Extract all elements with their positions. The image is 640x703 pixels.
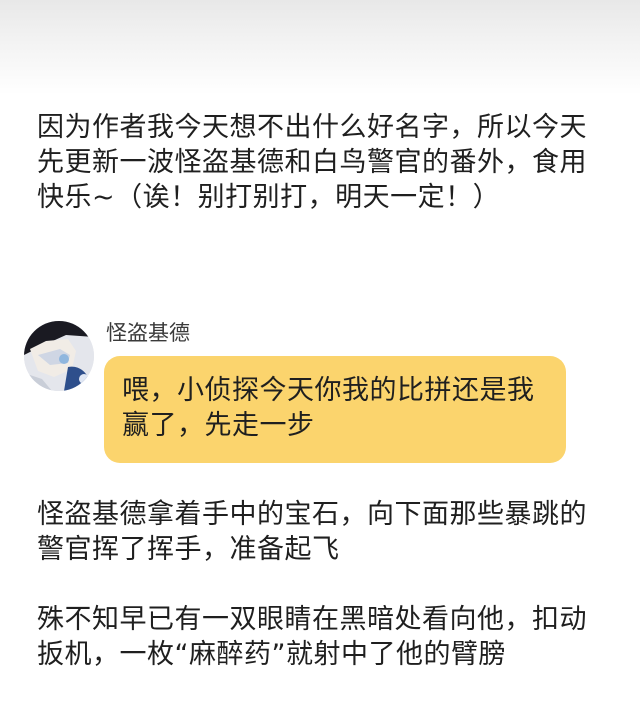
avatar-illustration [24, 321, 94, 391]
kaito-kid-avatar[interactable] [24, 321, 94, 391]
top-shadow-gradient [0, 0, 640, 95]
speaker-name: 怪盗基德 [106, 321, 190, 345]
story-paragraph: 殊不知早已有一双眼睛在黑暗处看向他，扣动扳机，一枚“麻醉药”就射中了他的臂膀 [37, 604, 587, 670]
intro-paragraph: 因为作者我今天想不出什么好名字，所以今天先更新一波怪盗基德和白鸟警官的番外，食用… [37, 112, 587, 213]
story-paragraph: 怪盗基德拿着手中的宝石，向下面那些暴跳的警官挥了挥手，准备起飞 [37, 499, 587, 565]
speech-bubble: 喂，小侦探今天你我的比拼还是我赢了，先走一步 [104, 356, 566, 463]
speech-bubble-text: 喂，小侦探今天你我的比拼还是我赢了，先走一步 [122, 375, 535, 441]
